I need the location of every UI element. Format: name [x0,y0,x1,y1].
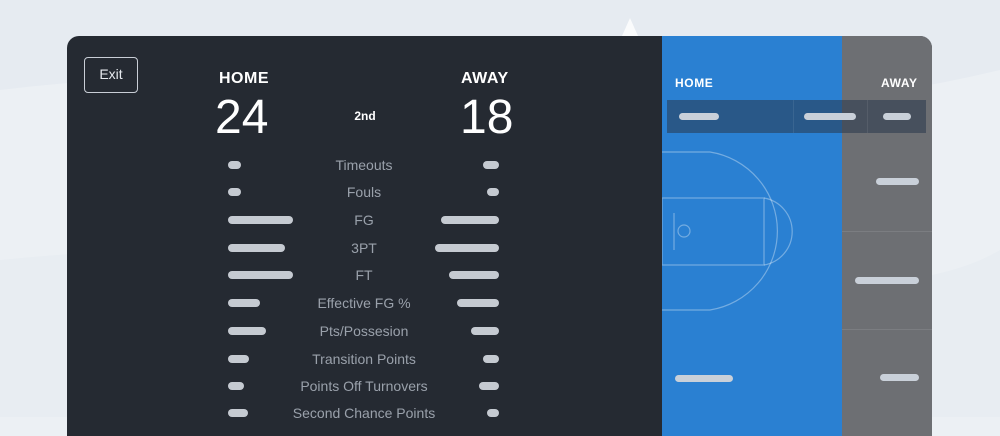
basketball-court-diagram [662,151,793,311]
away-column-value-placeholder [855,277,919,284]
home-value-placeholder [228,161,241,169]
away-value-placeholder [483,161,499,169]
away-team-label: AWAY [461,70,509,87]
home-team-label: HOME [219,70,269,87]
home-value-placeholder [228,327,266,335]
stat-label: Second Chance Points [292,405,436,421]
away-value-placeholder [483,355,499,363]
away-column-value-placeholder [880,374,919,381]
home-value-placeholder [228,188,241,196]
away-value-placeholder [457,299,499,307]
home-column-value-placeholder [675,375,733,382]
summary-strip [667,100,926,133]
stat-label: 3PT [351,240,377,256]
right-home-heading: HOME [675,76,714,90]
stat-label: FG [354,212,374,228]
stat-label: Transition Points [312,351,416,367]
away-value-placeholder [471,327,499,335]
away-column-divider [842,231,932,232]
away-value-placeholder [487,409,499,417]
stat-row-3pt: 3PT [67,238,662,258]
away-column-divider [842,329,932,330]
stat-row-timeouts: Timeouts [67,155,662,175]
away-value-placeholder [449,271,499,279]
away-value-placeholder [435,244,499,252]
home-score: 24 [215,91,269,144]
stat-row-second-chance-points: Second Chance Points [67,403,662,423]
stat-label: FT [355,267,373,283]
stat-label: Points Off Turnovers [300,378,428,394]
strip-value-placeholder [804,113,856,120]
home-value-placeholder [228,409,248,417]
strip-value-placeholder [883,113,911,120]
strip-divider [867,100,868,133]
stat-row-fouls: Fouls [67,182,662,202]
right-away-heading: AWAY [881,76,918,90]
home-value-placeholder [228,382,244,390]
strip-divider [793,100,794,133]
stat-row-effective-fg: Effective FG % [67,293,662,313]
stat-row-ft: FT [67,265,662,285]
away-value-placeholder [487,188,499,196]
scoreboard-panel: Exit HOME AWAY 24 18 2nd Timeouts Fouls … [67,36,932,436]
strip-value-placeholder [679,113,719,120]
stat-label: Timeouts [335,157,393,173]
exit-button[interactable]: Exit [84,57,138,93]
stat-row-transition-points: Transition Points [67,349,662,369]
away-score: 18 [460,91,514,144]
stat-row-points-off-turnovers: Points Off Turnovers [67,376,662,396]
home-value-placeholder [228,355,249,363]
away-value-placeholder [441,216,499,224]
home-value-placeholder [228,299,260,307]
stat-row-fg: FG [67,210,662,230]
away-column-value-placeholder [876,178,919,185]
stat-label: Effective FG % [317,295,411,311]
game-period: 2nd [354,109,376,123]
stat-label: Fouls [346,184,382,200]
stat-label: Pts/Possesion [319,323,409,339]
away-value-placeholder [479,382,499,390]
stat-row-pts-possession: Pts/Possesion [67,321,662,341]
